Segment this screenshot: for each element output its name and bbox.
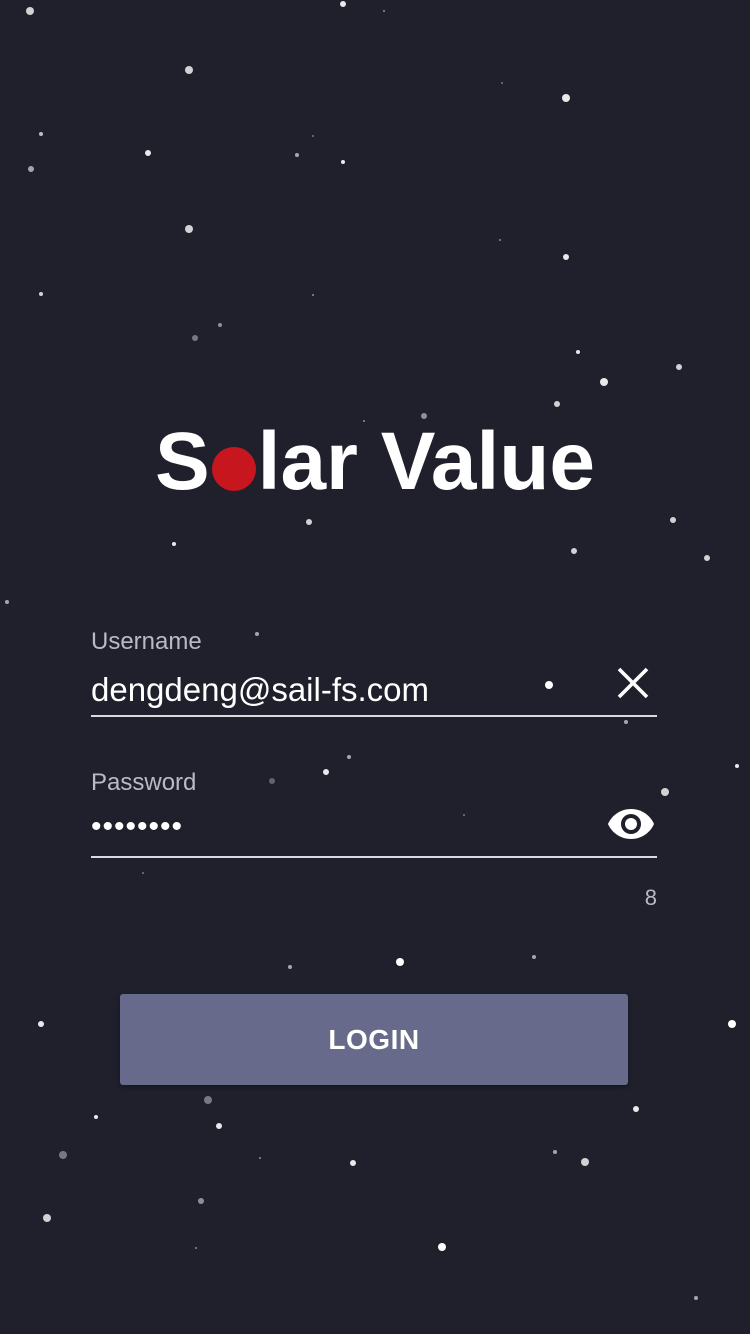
logo-text-start: S (154, 416, 210, 507)
close-icon[interactable] (609, 659, 657, 707)
star-dot (192, 335, 198, 341)
star-dot (59, 1151, 67, 1159)
star-dot (347, 755, 351, 759)
username-input[interactable]: dengdeng@sail-fs.com (91, 670, 429, 710)
star-dot (185, 66, 193, 74)
star-dot (5, 600, 9, 604)
star-dot (312, 135, 314, 137)
app-logo: Slar Value (0, 412, 750, 512)
star-dot (670, 517, 676, 523)
star-dot (661, 788, 669, 796)
star-dot (600, 378, 608, 386)
star-dot (704, 555, 710, 561)
star-dot (218, 323, 222, 327)
star-dot (499, 239, 501, 241)
star-dot (38, 1021, 44, 1027)
star-dot (532, 955, 536, 959)
star-dot (43, 1214, 51, 1222)
username-field[interactable]: Username dengdeng@sail-fs.com (91, 628, 657, 728)
star-dot (563, 254, 569, 260)
star-dot (306, 519, 312, 525)
password-char-counter: 8 (644, 885, 657, 910)
logo-red-dot (211, 447, 256, 491)
star-dot (562, 94, 570, 102)
star-dot (39, 292, 43, 296)
password-underline (91, 856, 657, 858)
star-dot (341, 160, 345, 164)
star-dot (571, 548, 577, 554)
star-dot (204, 1096, 212, 1104)
logo-text-end: lar Value (257, 416, 596, 507)
star-dot (288, 965, 292, 969)
star-dot (259, 1157, 261, 1159)
login-screen: Slar Value Username dengdeng@sail-fs.com… (0, 0, 750, 1334)
star-dot (576, 350, 580, 354)
eye-icon[interactable] (605, 800, 657, 848)
star-dot (694, 1296, 698, 1300)
star-dot (728, 1020, 736, 1028)
star-dot (501, 82, 503, 84)
star-dot (438, 1243, 446, 1251)
star-dot (26, 7, 34, 15)
star-dot (396, 958, 404, 966)
star-dot (350, 1160, 356, 1166)
star-dot (295, 153, 299, 157)
star-dot (581, 1158, 589, 1166)
star-dot (172, 542, 176, 546)
login-button[interactable]: LOGIN (120, 994, 628, 1085)
password-field[interactable]: Password •••••••• 8 (91, 769, 657, 910)
star-dot (216, 1123, 222, 1129)
star-dot (185, 225, 193, 233)
star-dot (28, 166, 34, 172)
password-label: Password (91, 769, 197, 796)
star-dot (676, 364, 682, 370)
star-dot (735, 764, 739, 768)
star-dot (195, 1247, 197, 1249)
star-dot (553, 1150, 557, 1154)
star-dot (554, 401, 560, 407)
star-dot (340, 1, 346, 7)
star-dot (198, 1198, 204, 1204)
star-dot (145, 150, 151, 156)
star-dot (633, 1106, 639, 1112)
star-dot (94, 1115, 98, 1119)
password-input[interactable]: •••••••• (91, 807, 183, 847)
star-dot (312, 294, 314, 296)
username-underline (91, 715, 657, 717)
star-dot (383, 10, 385, 12)
username-label: Username (91, 628, 202, 655)
star-dot (39, 132, 43, 136)
